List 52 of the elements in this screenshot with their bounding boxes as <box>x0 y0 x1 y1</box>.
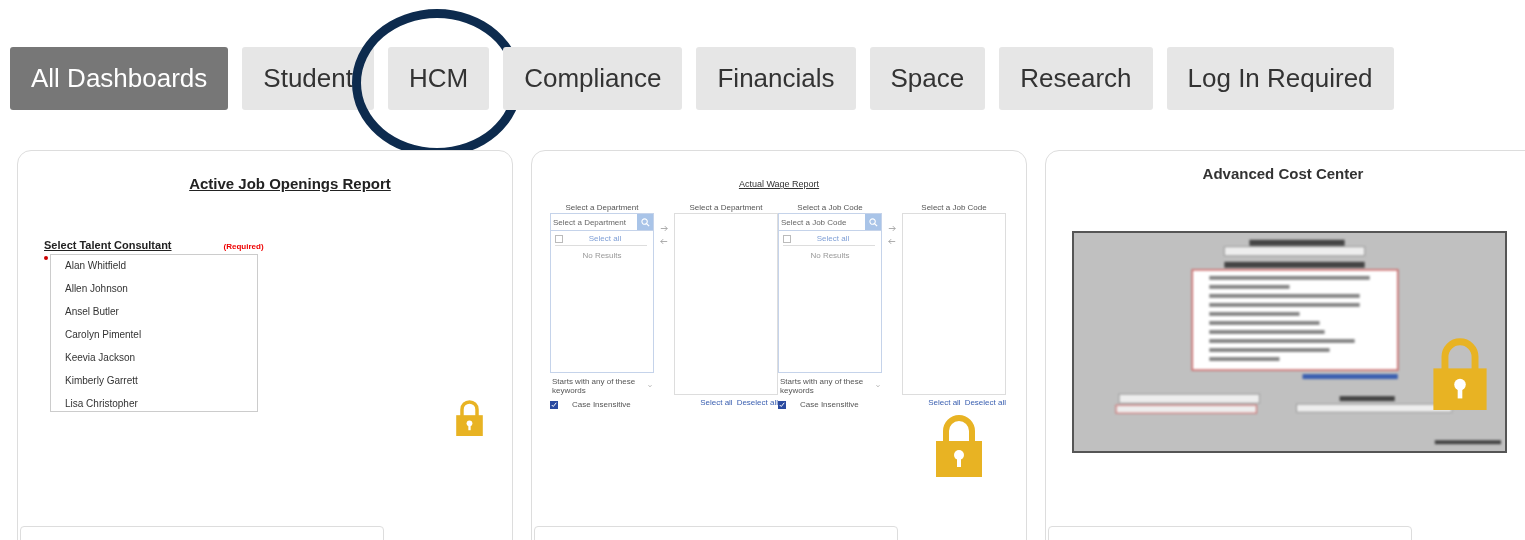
dashboard-card[interactable]: Advanced Cost Center <box>1045 150 1525 540</box>
consultant-option[interactable]: Allen Johnson <box>65 282 257 296</box>
column-label: Select a Job Code <box>796 203 864 212</box>
dashboard-tab[interactable]: Space <box>869 47 986 110</box>
dashboard-tab[interactable]: Financials <box>696 47 856 110</box>
dashboard-tab[interactable]: HCM <box>387 47 490 110</box>
checkbox[interactable] <box>778 400 786 409</box>
right-arrow-icon[interactable] <box>888 225 896 232</box>
dashboard-tab[interactable]: Compliance <box>503 47 683 110</box>
checkbox[interactable] <box>783 234 791 243</box>
consultant-option[interactable]: Lisa Christopher <box>65 397 257 411</box>
column-label: Select a Job Code <box>920 203 988 212</box>
selection-link[interactable]: Select all <box>928 398 961 407</box>
caret-icon <box>876 384 880 388</box>
dashboard-tab[interactable]: Log In Required <box>1166 47 1394 110</box>
consultant-option[interactable]: Ansel Butler <box>65 305 257 319</box>
empty-message: No Results <box>809 251 851 260</box>
search-button[interactable] <box>865 214 881 230</box>
search-button[interactable] <box>637 214 653 230</box>
dashboard-tab[interactable]: All Dashboards <box>10 47 229 110</box>
report-title: Active Job Openings Report <box>189 175 391 192</box>
right-arrow-icon[interactable] <box>660 225 668 232</box>
consultant-option[interactable]: Keevia Jackson <box>65 351 257 365</box>
required-note: (Required) <box>223 242 264 251</box>
empty-message: No Results <box>581 251 623 260</box>
checkbox[interactable] <box>555 234 563 243</box>
dashboard-tab[interactable]: Research <box>999 47 1153 110</box>
selection-link[interactable]: Deselect all <box>736 398 778 407</box>
match-mode-dropdown[interactable]: Starts with any of these keywords <box>778 375 882 397</box>
report-title: Actual Wage Report <box>738 179 820 189</box>
required-dot <box>44 256 48 260</box>
left-arrow-icon[interactable] <box>888 238 896 245</box>
column-label: Select a Department <box>564 203 640 212</box>
checkbox[interactable] <box>550 400 558 409</box>
consultant-option[interactable]: Kimberly Garrett <box>65 374 257 388</box>
left-arrow-icon[interactable] <box>660 238 668 245</box>
selection-link[interactable]: Deselect all <box>964 398 1006 407</box>
search-icon <box>640 217 650 227</box>
field-label: Select Talent Consultant <box>44 239 172 251</box>
consultant-option[interactable]: Alan Whitfield <box>65 259 257 273</box>
column-label: Select a Department <box>688 203 764 212</box>
checkbox-label: Case Insensitive <box>572 400 631 409</box>
report-title: Advanced Cost Center <box>1202 165 1364 182</box>
selection-link[interactable]: Select all <box>700 398 733 407</box>
match-mode-dropdown[interactable]: Starts with any of these keywords <box>550 375 654 397</box>
consultant-listbox[interactable]: Alan Whitfield Allen Johnson Ansel Butler Carolyn Pimentel Keevia Jackson Kimberly Garrett Lisa Christopher <box>50 254 258 412</box>
dashboard-tab[interactable]: Student <box>242 47 374 110</box>
consultant-option[interactable]: Carolyn Pimentel <box>65 328 257 342</box>
dashboard-card[interactable]: Active Job Openings Report Select Talent Consultant (Required) Alan Whitfield Allen Johnson Ansel Butler Carolyn Pimentel Keevia Jackson Kimberly Garrett Lisa Christopher <box>17 150 513 540</box>
caret-icon <box>648 384 652 388</box>
search-icon <box>868 217 878 227</box>
checkbox-label: Case Insensitive <box>800 400 859 409</box>
